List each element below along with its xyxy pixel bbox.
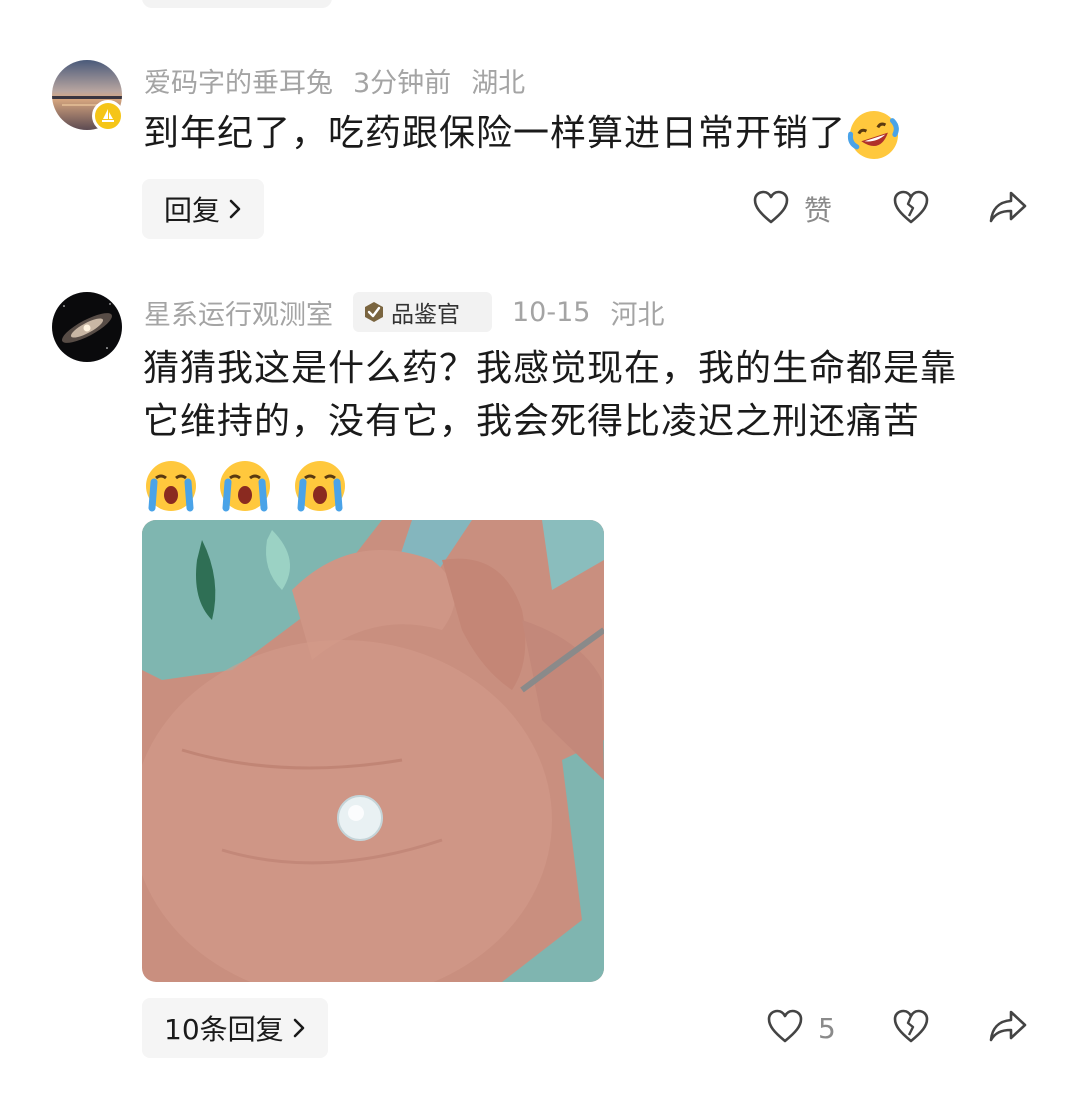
loudly-crying-emoji: [292, 458, 348, 514]
loudly-crying-emoji: [217, 458, 273, 514]
taster-badge-icon: [363, 301, 385, 323]
author-name[interactable]: 星系运行观测室: [144, 293, 333, 332]
emoji-row: [143, 448, 1043, 512]
comment-text-content: 到年纪了，吃药跟保险一样算进日常开销了: [143, 113, 847, 154]
verified-badge-icon: [92, 100, 124, 132]
comment-feed: 爱码字的垂耳兔 3分钟前 湖北 到年纪了，吃药跟保险一样算进日常开销了 回复 赞…: [0, 0, 1080, 1101]
comment-meta: 爱码字的垂耳兔 3分钟前 湖北: [144, 61, 545, 100]
author-name[interactable]: 爱码字的垂耳兔: [144, 61, 333, 100]
comment-text: 猜猜我这是什么药？我感觉现在，我的生命都是靠 它维持的，没有它，我会死得比凌迟之…: [143, 342, 1043, 512]
loudly-crying-emoji: [143, 458, 199, 514]
comment-location: 河北: [610, 299, 665, 331]
like-count: 5: [818, 1011, 836, 1045]
share-button[interactable]: [988, 189, 1028, 229]
comment-text-line: 猜猜我这是什么药？我感觉现在，我的生命都是靠: [143, 348, 958, 389]
comment-actions: 5: [0, 1000, 1080, 1060]
share-arrow-icon: [988, 189, 1028, 229]
avatar[interactable]: [52, 292, 122, 362]
comment-time: 10-15: [512, 296, 591, 328]
broken-heart-icon: [892, 189, 930, 229]
previous-reply-button[interactable]: [142, 0, 332, 8]
heart-outline-icon: [752, 189, 790, 229]
like-label: 赞: [804, 194, 833, 227]
role-badge-label: 品鉴官: [391, 302, 460, 328]
dislike-button[interactable]: [892, 1008, 930, 1048]
share-arrow-icon: [988, 1008, 1028, 1048]
laughing-tears-emoji: [846, 107, 902, 163]
comment-location: 湖北: [471, 68, 526, 99]
share-button[interactable]: [988, 1008, 1028, 1048]
broken-heart-icon: [892, 1008, 930, 1048]
comment-text-line: 它维持的，没有它，我会死得比凌迟之刑还痛苦: [143, 401, 921, 442]
role-badge[interactable]: 品鉴官: [353, 292, 492, 332]
like-button[interactable]: 5: [766, 1008, 836, 1048]
comment-time: 3分钟前: [353, 68, 452, 99]
comment-text: 到年纪了，吃药跟保险一样算进日常开销了: [143, 107, 1043, 163]
comment-photo[interactable]: [142, 520, 604, 982]
dislike-button[interactable]: [892, 189, 930, 229]
like-button[interactable]: 赞: [752, 189, 832, 229]
comment-meta: 星系运行观测室 品鉴官 10-15 河北: [144, 292, 684, 332]
heart-outline-icon: [766, 1008, 804, 1048]
comment-actions: 赞: [0, 181, 1080, 241]
